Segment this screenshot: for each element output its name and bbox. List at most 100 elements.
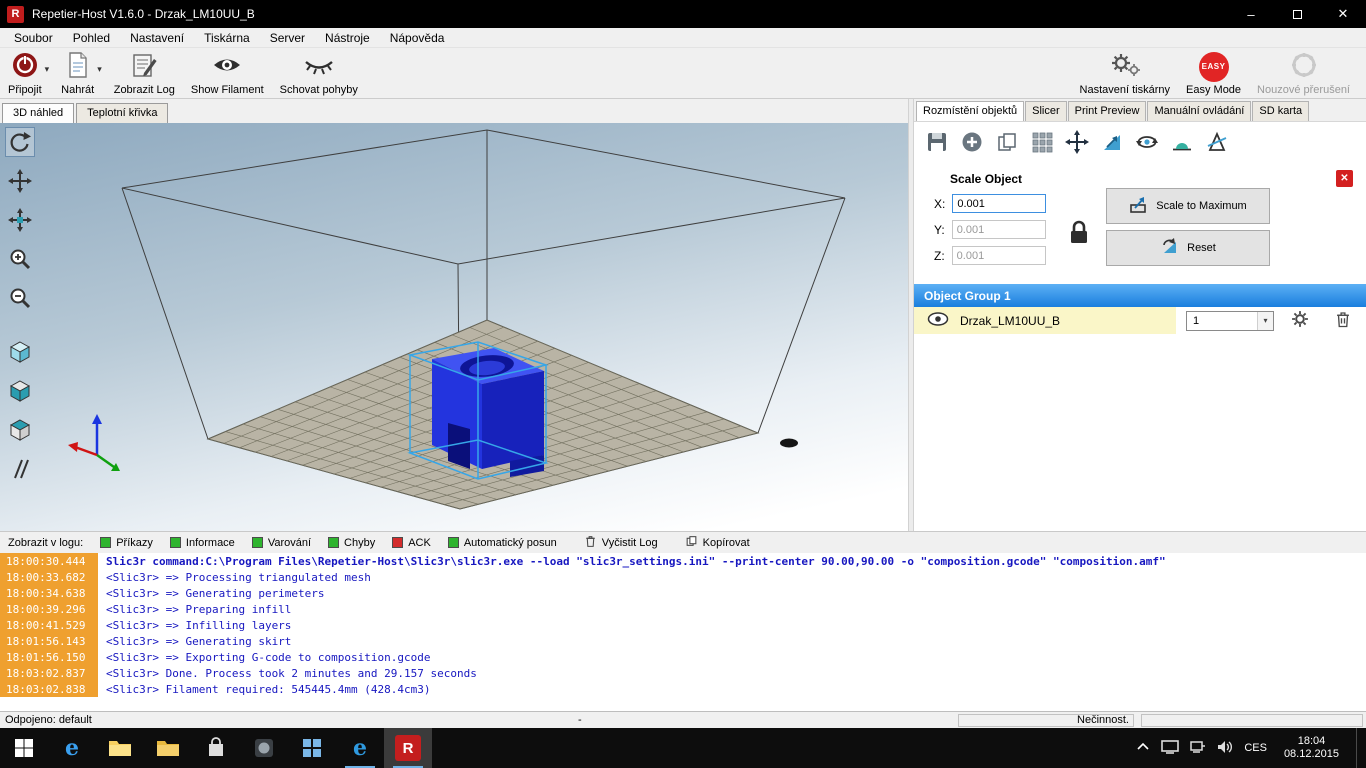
lay-flat-icon[interactable] bbox=[1167, 127, 1197, 157]
show-log-button[interactable]: Zobrazit Log bbox=[106, 48, 183, 98]
parallel-projection-icon[interactable] bbox=[5, 454, 35, 484]
front-view-icon[interactable] bbox=[5, 376, 35, 406]
zoom-out-icon[interactable] bbox=[5, 283, 35, 313]
isometric-view-icon[interactable] bbox=[5, 337, 35, 367]
taskbar-store-icon[interactable] bbox=[192, 728, 240, 768]
filter-info[interactable]: Informace bbox=[170, 537, 235, 549]
tab-3d-preview[interactable]: 3D náhled bbox=[2, 103, 74, 123]
scale-lock-icon[interactable] bbox=[1066, 218, 1092, 251]
tab-sd-card[interactable]: SD karta bbox=[1252, 101, 1309, 121]
zoom-in-icon[interactable] bbox=[5, 244, 35, 274]
scale-z-row: Z: bbox=[934, 246, 1046, 265]
printer-settings-button[interactable]: Nastavení tiskárny bbox=[1072, 48, 1178, 98]
app-icon: R bbox=[7, 6, 24, 23]
menu-napoveda[interactable]: Nápověda bbox=[380, 29, 455, 47]
taskbar-file-explorer-icon[interactable] bbox=[96, 728, 144, 768]
tab-manual-control[interactable]: Manuální ovládání bbox=[1147, 101, 1251, 121]
tray-chevron-up-icon[interactable] bbox=[1136, 741, 1150, 756]
tab-temperature-curve[interactable]: Teplotní křivka bbox=[76, 103, 168, 123]
model-object[interactable] bbox=[432, 348, 544, 477]
connect-dropdown-caret[interactable]: ▾ bbox=[45, 64, 50, 75]
filter-autoscroll[interactable]: Automatický posun bbox=[448, 537, 557, 549]
filter-commands[interactable]: Příkazy bbox=[100, 537, 153, 549]
menu-tiskarna[interactable]: Tiskárna bbox=[194, 29, 260, 47]
scale-reset-button[interactable]: Reset bbox=[1106, 230, 1270, 266]
taskbar-app-icon[interactable] bbox=[240, 728, 288, 768]
scale-to-maximum-button[interactable]: Scale to Maximum bbox=[1106, 188, 1270, 224]
menu-pohled[interactable]: Pohled bbox=[63, 29, 120, 47]
filter-warnings-label: Varování bbox=[268, 537, 311, 549]
menubar: Soubor Pohled Nastavení Tiskárna Server … bbox=[0, 28, 1366, 48]
object-copies-dropdown[interactable]: 1 ▾ bbox=[1186, 311, 1274, 331]
tab-slicer[interactable]: Slicer bbox=[1025, 101, 1067, 121]
tray-display-icon[interactable] bbox=[1161, 740, 1179, 757]
add-object-icon[interactable] bbox=[957, 127, 987, 157]
tab-print-preview[interactable]: Print Preview bbox=[1068, 101, 1147, 121]
menu-soubor[interactable]: Soubor bbox=[4, 29, 63, 47]
close-button[interactable]: ✕ bbox=[1320, 0, 1366, 28]
top-view-icon[interactable] bbox=[5, 415, 35, 445]
scale-y-row: Y: bbox=[934, 220, 1046, 239]
menu-nastaveni[interactable]: Nastavení bbox=[120, 29, 194, 47]
show-desktop-strip[interactable] bbox=[1356, 728, 1362, 768]
maximize-button[interactable] bbox=[1274, 0, 1320, 28]
object-group-header[interactable]: Object Group 1 bbox=[914, 284, 1366, 307]
scale-to-maximum-label: Scale to Maximum bbox=[1156, 200, 1246, 212]
easy-mode-label: Easy Mode bbox=[1186, 84, 1241, 96]
load-dropdown-caret[interactable]: ▾ bbox=[97, 64, 102, 75]
tray-volume-icon[interactable] bbox=[1217, 740, 1233, 757]
scale-object-icon[interactable] bbox=[1097, 127, 1127, 157]
taskbar-folder-icon[interactable] bbox=[144, 728, 192, 768]
log-timestamp: 18:00:34.638 bbox=[0, 585, 98, 601]
filter-ack[interactable]: ACK bbox=[392, 537, 431, 549]
show-filament-button[interactable]: Show Filament bbox=[183, 48, 272, 98]
tray-network-icon[interactable] bbox=[1190, 740, 1206, 757]
easy-mode-button[interactable]: EASY Easy Mode bbox=[1178, 48, 1249, 98]
clear-log-button[interactable]: Vyčistit Log bbox=[584, 534, 658, 551]
filter-errors-label: Chyby bbox=[344, 537, 375, 549]
log-row: 18:00:30.444 Slic3r command:C:\Program F… bbox=[0, 553, 1366, 569]
move-view-icon[interactable] bbox=[5, 166, 35, 196]
log-row: 18:00:34.638 <Slic3r> => Generating peri… bbox=[0, 585, 1366, 601]
scale-close-button[interactable]: ✕ bbox=[1336, 170, 1353, 187]
3d-viewport[interactable] bbox=[0, 123, 908, 531]
filter-errors[interactable]: Chyby bbox=[328, 537, 375, 549]
log-view[interactable]: 18:00:30.444 Slic3r command:C:\Program F… bbox=[0, 553, 1366, 711]
autoposition-icon[interactable] bbox=[1027, 127, 1057, 157]
hide-travel-button[interactable]: Schovat pohyby bbox=[272, 48, 366, 98]
easy-mode-badge-icon: EASY bbox=[1199, 52, 1229, 82]
connect-button[interactable]: Připojit bbox=[0, 48, 50, 98]
tab-object-placement[interactable]: Rozmístění objektů bbox=[916, 101, 1024, 121]
main-toolbar: Připojit ▾ Nahrát ▾ Zobrazit Log Show Fi… bbox=[0, 48, 1366, 99]
copy-object-icon[interactable] bbox=[992, 127, 1022, 157]
copy-log-button[interactable]: Kopírovat bbox=[685, 534, 750, 551]
scale-x-input[interactable] bbox=[952, 194, 1046, 213]
log-timestamp: 18:01:56.143 bbox=[0, 633, 98, 649]
tray-clock[interactable]: 18:04 08.12.2015 bbox=[1278, 735, 1345, 761]
3d-scene[interactable] bbox=[0, 123, 908, 531]
object-row[interactable]: Drzak_LM10UU_B 1 ▾ bbox=[914, 307, 1366, 334]
load-button[interactable]: Nahrát bbox=[53, 48, 102, 98]
rotate-view-icon[interactable] bbox=[5, 127, 35, 157]
object-delete-trash-icon[interactable] bbox=[1334, 309, 1352, 332]
log-row: 18:03:02.837 <Slic3r> Done. Process took… bbox=[0, 665, 1366, 681]
taskbar-internet-explorer-icon[interactable]: e bbox=[336, 728, 384, 768]
filter-warnings-color bbox=[252, 537, 263, 548]
menu-server[interactable]: Server bbox=[260, 29, 315, 47]
object-visibility-eye-icon[interactable] bbox=[927, 311, 949, 330]
taskbar-tiles-app-icon[interactable] bbox=[288, 728, 336, 768]
menu-nastroje[interactable]: Nástroje bbox=[315, 29, 380, 47]
taskbar-repetier-host-icon[interactable]: R bbox=[384, 728, 432, 768]
tray-language[interactable]: CES bbox=[1244, 742, 1267, 754]
save-object-icon[interactable] bbox=[922, 127, 952, 157]
rotate-object-icon[interactable] bbox=[1132, 127, 1162, 157]
taskbar-edge-icon[interactable]: e bbox=[48, 728, 96, 768]
tray-date: 08.12.2015 bbox=[1284, 748, 1339, 761]
minimize-button[interactable]: – bbox=[1228, 0, 1274, 28]
start-button[interactable] bbox=[0, 728, 48, 768]
center-object-icon[interactable] bbox=[1062, 127, 1092, 157]
cut-object-icon[interactable] bbox=[1202, 127, 1232, 157]
object-settings-gear-icon[interactable] bbox=[1290, 309, 1310, 332]
move-object-icon[interactable] bbox=[5, 205, 35, 235]
filter-warnings[interactable]: Varování bbox=[252, 537, 311, 549]
